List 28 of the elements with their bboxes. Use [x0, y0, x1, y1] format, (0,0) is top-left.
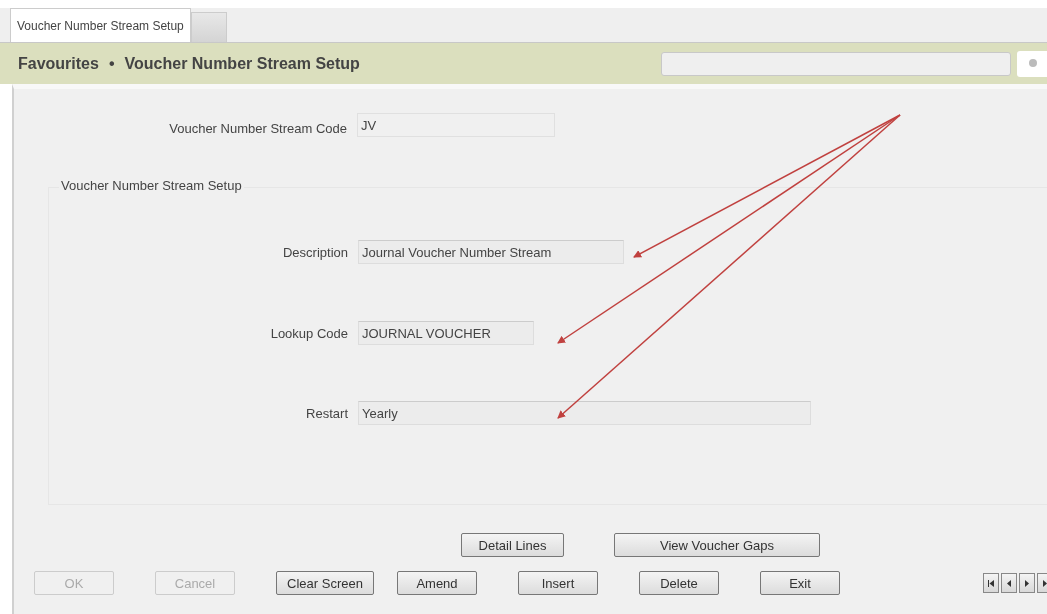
- tab[interactable]: Voucher Number Stream Setup: [10, 8, 191, 42]
- first-icon: [988, 579, 994, 587]
- breadcrumb-item[interactable]: Favourites: [18, 54, 99, 73]
- action-button[interactable]: View Voucher Gaps: [614, 533, 820, 557]
- field-label: Description: [281, 244, 349, 260]
- toolbar-button[interactable]: Delete: [639, 571, 719, 595]
- toolbar-button[interactable]: Insert: [518, 571, 598, 595]
- field-label: Lookup Code: [269, 325, 349, 341]
- right-triangle-icon: [1025, 579, 1029, 587]
- toolbar-button[interactable]: Clear Screen: [276, 571, 374, 595]
- left-triangle-icon: [1007, 579, 1011, 587]
- field-label: Voucher Number Stream Code: [168, 119, 348, 136]
- search-field[interactable]: [661, 51, 1011, 76]
- next-button[interactable]: [1019, 573, 1035, 593]
- group-title: Voucher Number Stream Setup: [59, 178, 244, 193]
- action-button[interactable]: Detail Lines: [461, 533, 564, 557]
- previous-button[interactable]: [1001, 573, 1017, 593]
- input-field[interactable]: Journal Voucher Number Stream: [358, 240, 624, 264]
- breadcrumb-separator: •: [108, 54, 115, 73]
- right-triangle-icon: [1043, 579, 1047, 587]
- input-field[interactable]: Yearly: [358, 401, 811, 425]
- input-field[interactable]: JOURNAL VOUCHER: [358, 321, 534, 345]
- toolbar-button[interactable]: Amend: [397, 571, 477, 595]
- first-record-button[interactable]: [983, 573, 999, 593]
- field-label: Restart: [305, 405, 349, 421]
- toolbar-button[interactable]: Exit: [760, 571, 840, 595]
- code-field[interactable]: JV: [357, 113, 555, 137]
- breadcrumb-item[interactable]: Voucher Number Stream Setup: [124, 54, 360, 73]
